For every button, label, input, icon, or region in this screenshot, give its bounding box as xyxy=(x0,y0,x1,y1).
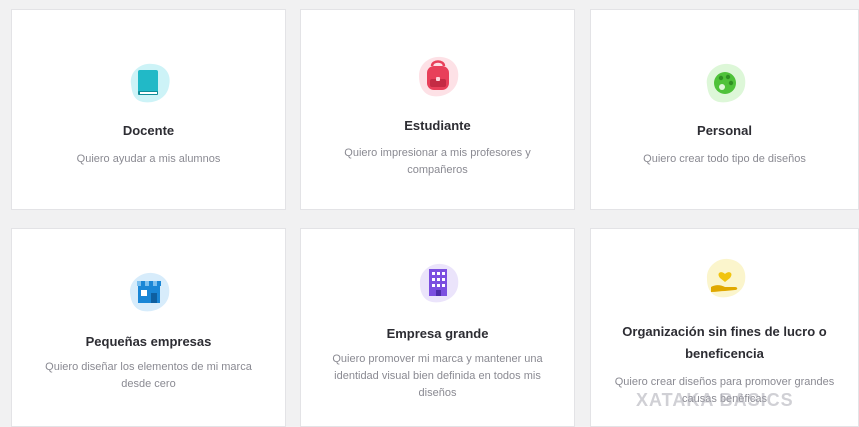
user-type-grid: Docente Quiero ayudar a mis alumnos Estu… xyxy=(0,0,859,427)
card-description: Quiero promover mi marca y mantener una … xyxy=(332,353,543,399)
card-title: Personal xyxy=(697,123,752,138)
palette-icon xyxy=(697,58,753,108)
book-icon xyxy=(121,58,177,108)
card-description: Quiero impresionar a mis profesores y co… xyxy=(344,147,531,176)
backpack-icon xyxy=(410,52,466,102)
card-description: Quiero diseñar los elementos de mi marca… xyxy=(45,361,252,390)
card-title: Empresa grande xyxy=(386,326,489,341)
card-description: Quiero crear todo tipo de diseños xyxy=(643,153,806,165)
card-title: Estudiante xyxy=(404,118,471,133)
storefront-icon xyxy=(121,267,177,317)
card-title: Docente xyxy=(122,123,175,138)
office-building-icon xyxy=(410,259,466,309)
card-personal[interactable]: Personal Quiero crear todo tipo de diseñ… xyxy=(590,9,859,210)
card-title: Pequeñas empresas xyxy=(85,334,212,349)
card-empresa-grande[interactable]: Empresa grande Quiero promover mi marca … xyxy=(300,228,575,427)
card-estudiante[interactable]: Estudiante Quiero impresionar a mis prof… xyxy=(300,9,575,210)
watermark-logo: XATAKA BASICS xyxy=(636,390,794,410)
card-description: Quiero ayudar a mis alumnos xyxy=(76,153,221,165)
card-title: Organización sin fines de lucro o benefi… xyxy=(622,324,827,361)
heart-hand-icon xyxy=(697,254,753,304)
card-pequenas-empresas[interactable]: Pequeñas empresas Quiero diseñar los ele… xyxy=(11,228,286,427)
card-docente[interactable]: Docente Quiero ayudar a mis alumnos xyxy=(11,9,286,210)
